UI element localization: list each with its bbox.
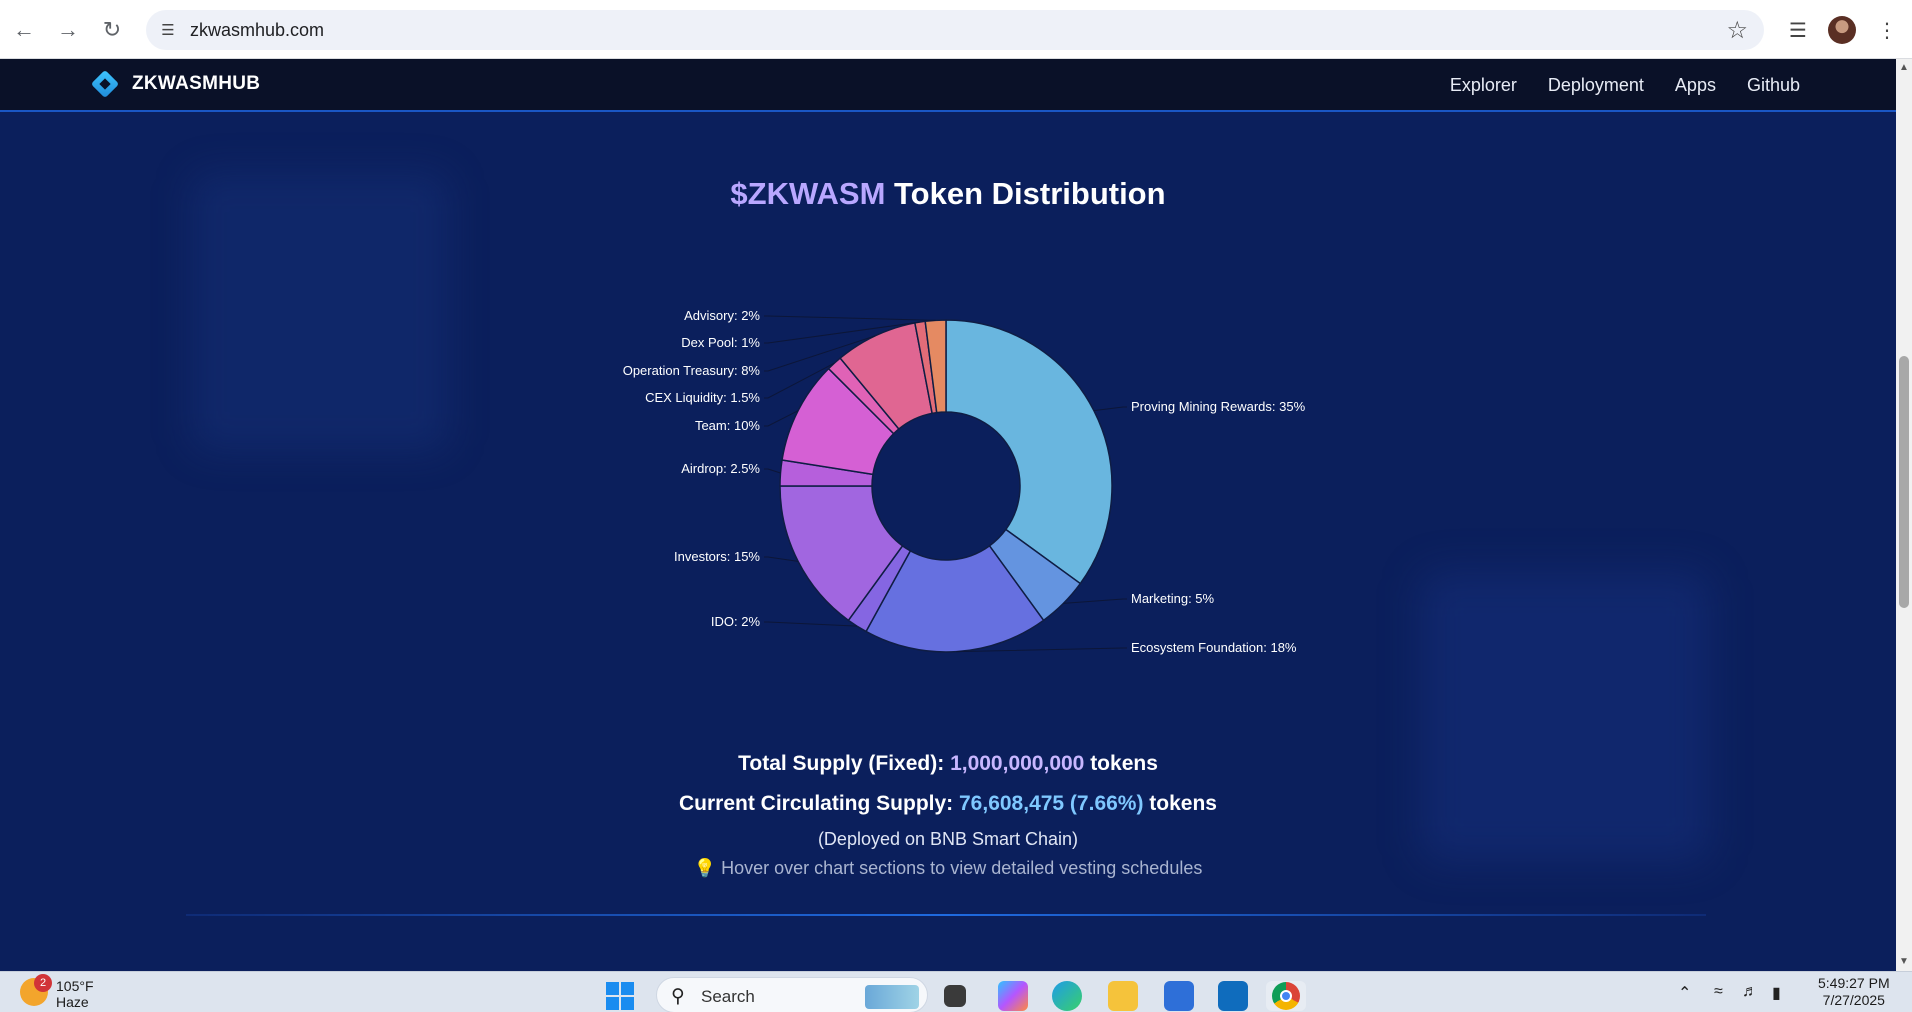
leader-line bbox=[1093, 406, 1127, 412]
wifi-icon[interactable]: ≈ bbox=[1714, 983, 1723, 1001]
lightbulb-icon: 💡 bbox=[693, 858, 717, 878]
browser-menu-icon[interactable]: ⋮ bbox=[1872, 14, 1902, 46]
slice-label: Investors: 15% bbox=[674, 549, 760, 564]
bookmark-star-icon[interactable]: ☆ bbox=[1726, 16, 1748, 45]
slice-label: Team: 10% bbox=[695, 418, 760, 433]
slice-label: CEX Liquidity: 1.5% bbox=[645, 390, 760, 405]
clock-time: 5:49:27 PM bbox=[1818, 975, 1890, 991]
volume-icon[interactable]: ♬ bbox=[1742, 983, 1758, 1001]
total-supply-unit: tokens bbox=[1084, 752, 1158, 775]
token-distribution-section: $ZKWASM Token Distribution Proving Minin… bbox=[0, 112, 1896, 971]
leader-line bbox=[764, 468, 781, 474]
nav-deployment[interactable]: Deployment bbox=[1548, 75, 1644, 96]
taskbar-search[interactable]: ⚲ Search bbox=[656, 977, 928, 1012]
leader-line bbox=[764, 621, 858, 627]
hint-text: Hover over chart sections to view detail… bbox=[721, 858, 1203, 878]
total-supply-value: 1,000,000,000 bbox=[950, 752, 1085, 775]
circulating-label: Current Circulating Supply: bbox=[678, 792, 959, 815]
windows-taskbar: 2 105°F Haze ⚲ Search ⌃ ≈ ♬ ▮ 5:49:27 PM… bbox=[0, 971, 1912, 1012]
slice-label: Operation Treasury: 8% bbox=[623, 363, 761, 378]
circulating-unit: tokens bbox=[1143, 792, 1217, 815]
weather-desc: Haze bbox=[56, 994, 89, 1010]
taskbar-search-label: Search bbox=[701, 987, 755, 1006]
slice-label: Airdrop: 2.5% bbox=[681, 461, 760, 476]
logo-diamond-icon bbox=[90, 69, 120, 99]
system-clock[interactable]: 5:49:27 PM 7/27/2025 bbox=[1818, 975, 1890, 1009]
browser-toolbar: ← → ↻ ☰ zkwasmhub.com ☆ ☰ ⋮ bbox=[0, 0, 1912, 59]
slice-label: Marketing: 5% bbox=[1131, 591, 1215, 606]
slice-label: IDO: 2% bbox=[711, 614, 761, 629]
logo-text: ZKWASMHUB bbox=[132, 73, 261, 94]
sun-haze-icon: 2 bbox=[20, 974, 52, 1006]
site-info-icon[interactable]: ☰ bbox=[158, 20, 178, 40]
slice-label: Advisory: 2% bbox=[684, 308, 760, 323]
weather-temp: 105°F bbox=[56, 978, 94, 994]
slice-label: Ecosystem Foundation: 18% bbox=[1131, 640, 1297, 655]
url-text[interactable]: zkwasmhub.com bbox=[190, 20, 324, 41]
copilot-icon[interactable] bbox=[998, 981, 1028, 1011]
reload-icon[interactable]: ↻ bbox=[96, 14, 128, 46]
leader-line bbox=[764, 556, 799, 562]
scroll-thumb[interactable] bbox=[1899, 356, 1909, 608]
weather-widget[interactable]: 2 105°F Haze bbox=[20, 974, 94, 1010]
search-icon: ⚲ bbox=[671, 986, 685, 1007]
clock-date: 7/27/2025 bbox=[1822, 992, 1885, 1008]
search-highlight-icon bbox=[865, 985, 919, 1009]
profile-avatar[interactable] bbox=[1826, 14, 1858, 46]
total-supply: Total Supply (Fixed): 1,000,000,000 toke… bbox=[0, 752, 1896, 776]
file-explorer-icon[interactable] bbox=[1108, 981, 1138, 1011]
nav-explorer[interactable]: Explorer bbox=[1450, 75, 1517, 96]
slice-label: Dex Pool: 1% bbox=[681, 335, 760, 350]
task-view-icon[interactable] bbox=[944, 985, 966, 1007]
circulating-supply: Current Circulating Supply: 76,608,475 (… bbox=[0, 792, 1896, 816]
section-divider bbox=[186, 914, 1706, 916]
nav-apps[interactable]: Apps bbox=[1675, 75, 1716, 96]
battery-icon[interactable]: ▮ bbox=[1772, 983, 1781, 1003]
tray-chevron-up-icon[interactable]: ⌃ bbox=[1678, 983, 1691, 1003]
chrome-taskbar-item[interactable] bbox=[1266, 981, 1306, 1011]
scroll-down-icon[interactable]: ▼ bbox=[1899, 957, 1909, 967]
donut-slice[interactable] bbox=[945, 319, 1113, 585]
address-bar[interactable]: ☰ zkwasmhub.com ☆ bbox=[146, 10, 1764, 50]
site-logo[interactable]: ZKWASMHUB bbox=[90, 69, 260, 99]
windows-start-icon[interactable] bbox=[606, 982, 634, 1010]
outlook-icon[interactable] bbox=[1218, 981, 1248, 1011]
deployed-note: (Deployed on BNB Smart Chain) bbox=[817, 829, 1079, 849]
hover-hint: 💡 Hover over chart sections to view deta… bbox=[0, 858, 1896, 879]
microsoft-store-icon[interactable] bbox=[1164, 981, 1194, 1011]
back-icon[interactable]: ← bbox=[8, 14, 40, 46]
circulating-value: 76,608,475 (7.66%) bbox=[959, 792, 1144, 815]
distribution-donut-chart[interactable]: Proving Mining Rewards: 35% Marketing: 5%… bbox=[0, 112, 1896, 812]
scroll-up-icon[interactable]: ▲ bbox=[1899, 63, 1909, 73]
media-control-icon[interactable]: ☰ bbox=[1782, 14, 1814, 46]
leader-line bbox=[764, 315, 936, 321]
leader-line bbox=[1063, 598, 1127, 604]
slice-label: Proving Mining Rewards: 35% bbox=[1131, 399, 1306, 414]
weather-badge: 2 bbox=[34, 974, 52, 992]
forward-icon[interactable]: → bbox=[52, 14, 84, 46]
nav-github[interactable]: Github bbox=[1747, 75, 1800, 96]
edge-icon[interactable] bbox=[1052, 981, 1082, 1011]
main-nav: Explorer Deployment Apps Github bbox=[1450, 75, 1800, 96]
total-supply-label: Total Supply (Fixed): bbox=[738, 752, 951, 775]
site-header: ZKWASMHUB Explorer Deployment Apps Githu… bbox=[0, 59, 1896, 112]
page-scrollbar[interactable]: ▲ ▼ bbox=[1896, 59, 1912, 971]
